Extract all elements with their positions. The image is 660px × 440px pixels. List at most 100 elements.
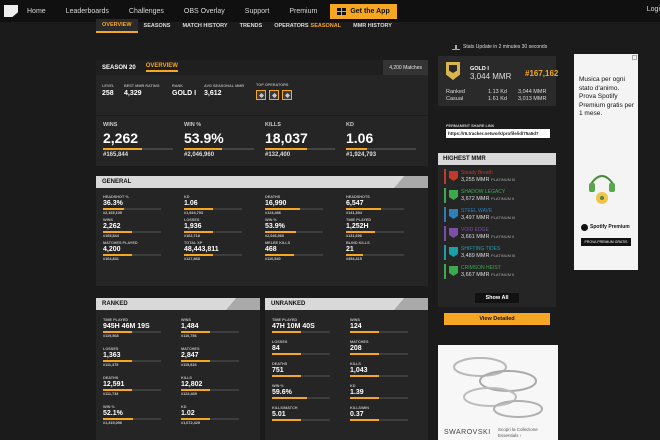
stat-cell: DEATHS 751 — [272, 362, 330, 377]
share-link-field[interactable]: https://r6.tracker.network/profile/id/75… — [446, 129, 550, 138]
row-kd: 1.13 Kd — [488, 89, 507, 95]
spotify-logo: Spotify Premium — [581, 222, 633, 232]
tab-overview[interactable]: OVERVIEW — [96, 19, 138, 33]
swarovski-ad[interactable]: SWAROVSKI Scopri la Collezione Essential… — [438, 345, 558, 440]
tab-seasons[interactable]: SEASONS — [138, 19, 177, 33]
season-overview-tab[interactable]: OVERVIEW — [145, 63, 178, 72]
stat-rank: #1,924,793 — [346, 152, 377, 158]
platinum-rank-icon — [449, 247, 458, 257]
nav-support[interactable]: Support — [245, 8, 270, 15]
stat-rank: #165,844 — [103, 234, 119, 238]
season-header: SEASON 20 OVERVIEW 4,200 Matches — [96, 60, 428, 75]
tab-operators[interactable]: OPERATORS SEASONAL — [268, 19, 347, 33]
stat-value: 59.6% — [272, 389, 292, 396]
highest-mmr-item[interactable]: Steady Breath 3,255 MMR PLATINUM III — [444, 169, 552, 184]
stat-label: HEADSHOTS — [346, 195, 370, 199]
ad-close-icon[interactable] — [632, 55, 637, 60]
spotify-icon — [581, 223, 588, 231]
stat-label: BEST MMR RATING — [124, 84, 160, 88]
season-name: Steady Breath — [461, 170, 493, 176]
stat-rank: #110,756 — [181, 334, 197, 338]
season-summary: LEVEL 258 BEST MMR RATING 4,329 RANK GOL… — [96, 75, 428, 115]
headphones-icon — [589, 175, 615, 204]
stat-value: 36.3% — [103, 200, 123, 207]
stat-value: 84 — [272, 345, 280, 352]
section-title: HIGHEST MMR — [443, 156, 486, 162]
nav-premium[interactable]: Premium — [289, 8, 317, 15]
stat-rank: #127,868 — [184, 257, 200, 261]
stat-cell: MATCHES 2,847 #115,816 — [181, 347, 239, 367]
ranked-header: RANKED — [96, 298, 260, 310]
highest-mmr-item[interactable]: SHIFTING TIDES 3,489 MMR PLATINUM III — [444, 245, 552, 260]
stat-value: 21 — [346, 246, 354, 253]
mmr-value: 3,672 MMR — [461, 196, 490, 202]
stat-label: DEATHS — [103, 376, 119, 380]
tab-match-history[interactable]: MATCH HISTORY — [176, 19, 233, 33]
row-kd: 1.61 Kd — [488, 96, 507, 102]
show-all-button[interactable]: Show All — [475, 293, 519, 303]
operator-icon[interactable] — [256, 90, 266, 100]
tab-trends[interactable]: TRENDS — [234, 19, 269, 33]
stat-rank: #162,718 — [184, 234, 200, 238]
row-mmr: 3,044 MMR — [518, 89, 547, 95]
rank-label: PLATINUM II — [490, 196, 515, 201]
season-name: SHIFTING TIDES — [461, 246, 501, 252]
pulse-icon — [452, 44, 460, 50]
stat-bar — [272, 375, 330, 377]
ad-cta-button[interactable]: PROVA PREMIUM GRATIS — [581, 238, 631, 246]
operator-icon[interactable] — [269, 90, 279, 100]
stat-bar — [265, 208, 323, 210]
share-link-label: PERMANENT SHARE LINK — [446, 124, 495, 128]
stat-cell: MATCHES PLAYED 4,200 #164,831 — [103, 241, 161, 261]
stat-bar — [103, 331, 161, 333]
nav-leaderboards[interactable]: Leaderboards — [66, 8, 109, 15]
stat-value: 53.9% — [184, 130, 224, 146]
stat-bar — [272, 331, 330, 333]
nav-obs-overlay[interactable]: OBS Overlay — [184, 8, 225, 15]
season-name: SHADOW LEGACY — [461, 189, 506, 195]
season-color-stripe — [444, 188, 446, 203]
highest-mmr-item[interactable]: VOID EDGE 3,661 MMR PLATINUM II — [444, 226, 552, 241]
stat-value: 1,484 — [181, 323, 199, 330]
login-link[interactable]: Logi — [647, 6, 660, 13]
stat-rank: #2,046,960 — [184, 152, 215, 158]
tracker-logo-icon[interactable] — [4, 5, 18, 17]
stat-rank: #165,844 — [103, 152, 129, 158]
stat-cell: WIN % 52.1% #1,315,096 — [103, 405, 161, 425]
general-stats: HEADSHOT % 36.3% #2,165,105 KD 1.06 #1,924,79… — [96, 188, 428, 286]
nav-challenges[interactable]: Challenges — [129, 8, 164, 15]
stat-bar — [272, 397, 330, 399]
highest-mmr-item[interactable]: CRIMSON HEIST 3,667 MMR PLATINUM II — [444, 264, 552, 279]
row-mmr: 3,013 MMR — [518, 96, 547, 102]
stat-value: 945H 46M 19S — [103, 323, 150, 330]
season-color-stripe — [444, 207, 446, 222]
season-mmr: 3,497 MMR PLATINUM III — [461, 215, 515, 221]
operator-icon[interactable] — [282, 90, 292, 100]
highest-mmr-item[interactable]: SHADOW LEGACY 3,672 MMR PLATINUM II — [444, 188, 552, 203]
nav-home[interactable]: Home — [27, 8, 46, 15]
mmr-value: 3,661 MMR — [461, 234, 490, 240]
tab-mmr-history[interactable]: MMR HISTORY — [347, 19, 398, 33]
row-label: Ranked — [446, 89, 465, 95]
stat-rank: #115,816 — [181, 363, 197, 367]
stat-cell: WINS 124 — [350, 318, 408, 333]
tab-accent: SEASONAL — [310, 23, 342, 29]
tab-label: TRENDS — [239, 23, 263, 29]
spotify-ad[interactable]: Musica per ogni stato d'animo. Prova Spo… — [574, 54, 638, 270]
tab-label: OVERVIEW — [102, 22, 132, 28]
stat-bar — [265, 231, 323, 233]
view-detailed-button[interactable]: View Detailed — [444, 313, 550, 325]
stat-value: 2,847 — [181, 352, 199, 359]
stat-bar — [272, 353, 330, 355]
ad-cta-text[interactable]: Scopri la Collezione Essentials › — [498, 427, 558, 438]
stat-value: 258 — [102, 90, 114, 97]
stat-rank: #354,415 — [346, 257, 362, 261]
highest-mmr-item[interactable]: STEEL WAVE 3,497 MMR PLATINUM III — [444, 207, 552, 222]
stat-value: 16,990 — [265, 200, 287, 207]
get-the-app-button[interactable]: Get the App — [330, 3, 397, 19]
stat-value: 1,936 — [184, 223, 202, 230]
stat-cell: TIME PLAYED 1,252H #131,696 — [346, 218, 404, 238]
stat-bar — [346, 231, 404, 233]
season-mmr: 3,661 MMR PLATINUM II — [461, 234, 514, 240]
stat-value: GOLD I — [172, 90, 197, 97]
